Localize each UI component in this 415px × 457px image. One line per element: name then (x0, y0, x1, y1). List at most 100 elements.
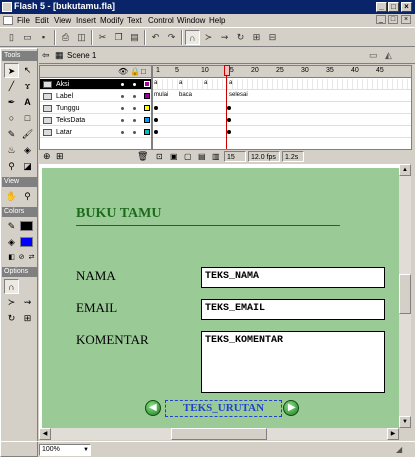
layer-color-swatch[interactable] (144, 105, 150, 111)
menu-edit[interactable]: Edit (35, 16, 49, 25)
oval-tool-icon[interactable]: ○ (4, 111, 19, 126)
dropper-tool-icon[interactable]: ⚲ (4, 159, 19, 174)
text-tool-icon[interactable]: A (20, 95, 35, 110)
snap-magnet-icon[interactable]: ∩ (185, 30, 200, 45)
line-tool-icon[interactable]: ╱ (4, 79, 19, 94)
layer-color-swatch[interactable] (144, 129, 150, 135)
scale-option-icon[interactable]: ⊞ (20, 311, 35, 326)
maximize-button[interactable]: □ (388, 2, 399, 12)
rectangle-tool-icon[interactable]: □ (20, 111, 35, 126)
zoom-select[interactable]: 100% ▼ (39, 444, 91, 456)
menu-view[interactable]: View (54, 16, 71, 25)
eraser-tool-icon[interactable]: ◪ (20, 159, 35, 174)
doc-minimize-button[interactable]: _ (376, 15, 386, 24)
rotate-option-icon[interactable]: ↻ (4, 311, 19, 326)
open-file-icon[interactable]: ▭ (20, 30, 35, 45)
keyframe[interactable] (227, 118, 231, 122)
menu-window[interactable]: Window (177, 16, 205, 25)
frame-ruler[interactable]: 1 5 10 15 20 25 30 35 40 45 (153, 66, 411, 78)
menu-text[interactable]: Text (127, 16, 142, 25)
visibility-dot[interactable] (121, 131, 124, 134)
keyframe[interactable] (154, 106, 158, 110)
rotate-icon[interactable]: ↻ (233, 30, 248, 45)
lock-icon[interactable]: 🔒 (130, 67, 140, 76)
lock-dot[interactable] (133, 131, 136, 134)
lasso-tool-icon[interactable]: ɤ (20, 79, 35, 94)
back-arrow-icon[interactable]: ⇦ (42, 50, 50, 61)
lock-dot[interactable] (133, 83, 136, 86)
swap-colors-icon[interactable]: ⇄ (24, 250, 39, 265)
horizontal-scroll-thumb[interactable] (171, 428, 267, 440)
resize-grip-icon[interactable]: ◢ (396, 445, 406, 455)
edit-scene-icon[interactable]: ▭ (369, 50, 378, 61)
menu-file[interactable]: File (17, 16, 30, 25)
pen-tool-icon[interactable]: ✒ (4, 95, 19, 110)
ink-bottle-tool-icon[interactable]: ♨ (4, 143, 19, 158)
menu-modify[interactable]: Modify (100, 16, 124, 25)
close-button[interactable]: × (401, 2, 412, 12)
layer-row-tunggu[interactable]: Tunggu (40, 103, 151, 114)
keyframe[interactable] (154, 118, 158, 122)
stage[interactable]: BUKU TAMU NAMA TEKS_NAMA EMAIL TEKS_EMAI… (42, 168, 399, 428)
straighten-option-icon[interactable]: ⇝ (20, 295, 35, 310)
minimize-button[interactable]: _ (376, 2, 387, 12)
layer-color-swatch[interactable] (144, 93, 150, 99)
lock-dot[interactable] (133, 119, 136, 122)
onion-skin-icon[interactable]: ▣ (168, 151, 180, 162)
next-button[interactable]: ▶ (283, 400, 299, 416)
undo-icon[interactable]: ↶ (148, 30, 163, 45)
urutan-field[interactable]: TEKS_URUTAN (165, 400, 282, 417)
visibility-dot[interactable] (121, 119, 124, 122)
brush-tool-icon[interactable]: 🖌 (20, 127, 35, 142)
visibility-dot[interactable] (121, 107, 124, 110)
keyframe[interactable] (154, 130, 158, 134)
prev-button[interactable]: ◀ (145, 400, 161, 416)
document-icon[interactable] (3, 16, 13, 25)
layer-row-label[interactable]: Label (40, 91, 151, 102)
keyframe[interactable] (227, 130, 231, 134)
lock-dot[interactable] (133, 95, 136, 98)
edit-multiple-icon[interactable]: ▤ (196, 151, 208, 162)
outline-icon[interactable]: □ (141, 67, 146, 76)
snap-option-icon[interactable]: ∩ (4, 279, 19, 294)
layer-color-swatch[interactable] (144, 117, 150, 123)
paint-bucket-tool-icon[interactable]: ◈ (20, 143, 35, 158)
horizontal-scrollbar[interactable]: ◀ ▶ (39, 428, 399, 440)
align-icon[interactable]: ⊟ (265, 30, 280, 45)
onion-outline-icon[interactable]: ▢ (182, 151, 194, 162)
redo-icon[interactable]: ↷ (164, 30, 179, 45)
scroll-up-icon[interactable]: ▲ (399, 164, 411, 176)
zoom-tool-icon[interactable]: ⚲ (20, 189, 35, 204)
doc-restore-button[interactable]: □ (388, 15, 398, 24)
add-guide-layer-icon[interactable]: ⊞ (56, 151, 64, 162)
scale-icon[interactable]: ⊞ (249, 30, 264, 45)
new-file-icon[interactable]: ▯ (4, 30, 19, 45)
pencil-tool-icon[interactable]: ✎ (4, 127, 19, 142)
straighten-icon[interactable]: ⇝ (217, 30, 232, 45)
playhead[interactable] (224, 65, 230, 76)
trash-icon[interactable]: 🗑 (137, 151, 148, 162)
action-keyframe[interactable]: a (179, 80, 182, 86)
hand-tool-icon[interactable]: ✋ (4, 189, 19, 204)
edit-symbol-icon[interactable]: ◭ (385, 50, 392, 61)
komentar-field[interactable]: TEKS_KOMENTAR (201, 331, 385, 393)
print-preview-icon[interactable]: ◫ (74, 30, 89, 45)
arrow-tool-icon[interactable]: ➤ (4, 63, 19, 78)
scroll-down-icon[interactable]: ▼ (399, 416, 411, 428)
scroll-left-icon[interactable]: ◀ (39, 428, 51, 440)
onion-markers-icon[interactable]: ▥ (210, 151, 222, 162)
frame-row-aksi[interactable]: a a a a (153, 79, 411, 90)
visibility-dot[interactable] (121, 95, 124, 98)
lock-dot[interactable] (133, 107, 136, 110)
menu-control[interactable]: Control (148, 16, 174, 25)
frame-row-latar[interactable] (153, 127, 411, 138)
print-icon[interactable]: ⎙ (58, 30, 73, 45)
add-layer-icon[interactable]: ⊕ (43, 151, 51, 162)
layer-row-latar[interactable]: Latar (40, 127, 151, 138)
menu-help[interactable]: Help (209, 16, 225, 25)
menu-insert[interactable]: Insert (76, 16, 96, 25)
nama-field[interactable]: TEKS_NAMA (201, 267, 385, 288)
smooth-option-icon[interactable]: ≻ (4, 295, 19, 310)
scroll-right-icon[interactable]: ▶ (387, 428, 399, 440)
copy-icon[interactable]: ❐ (111, 30, 126, 45)
